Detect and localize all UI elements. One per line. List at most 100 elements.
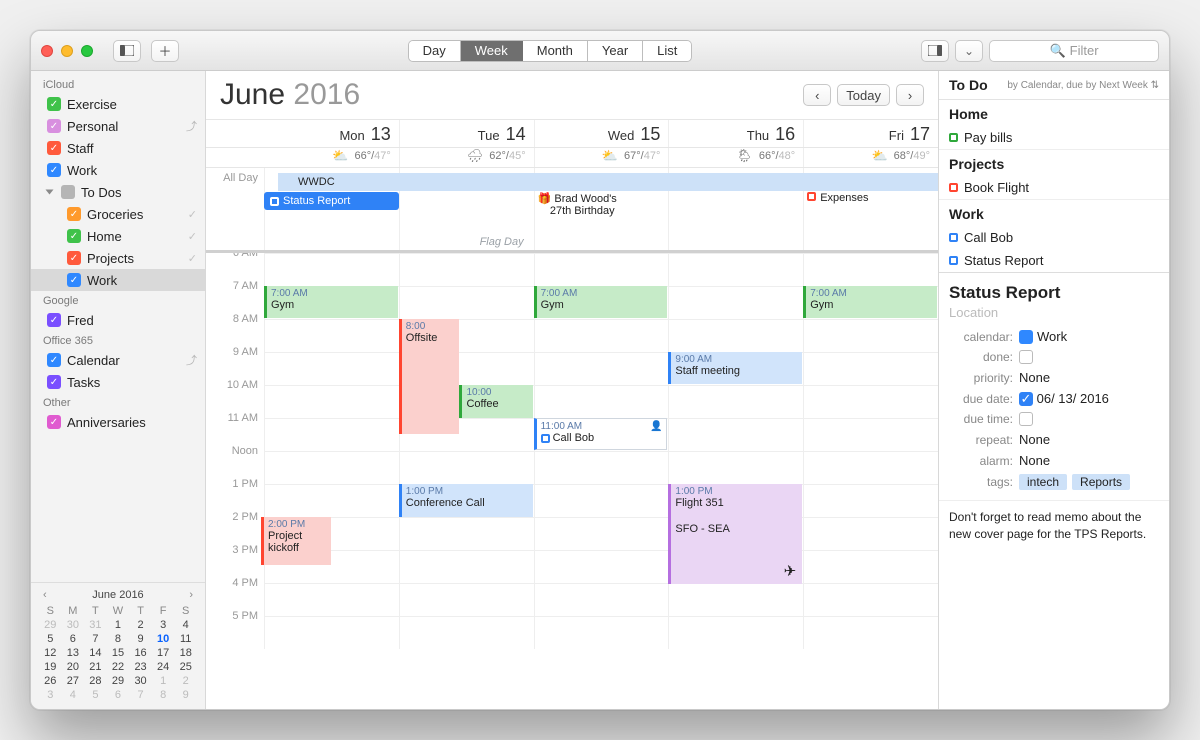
weather-cell: 🌦66°/48°	[668, 148, 803, 167]
allday-event-expenses[interactable]: Expenses	[803, 192, 938, 217]
calendar-swatch	[1019, 330, 1033, 344]
event-gym-fri[interactable]: 7:00 AMGym	[803, 286, 937, 318]
minical-grid[interactable]: SMTWTFS293031123456789101112131415161718…	[39, 605, 197, 701]
right-panel: To Do by Calendar, due by Next Week ⇅ Ho…	[939, 71, 1169, 709]
sidebar-group-header: Office 365	[31, 331, 205, 349]
zoom-button[interactable]	[81, 45, 93, 57]
inspector-icon	[928, 45, 942, 56]
view-tab-month[interactable]: Month	[523, 41, 588, 61]
person-icon: 👤	[650, 421, 662, 432]
sidebar-item[interactable]: ✓Projects✓	[31, 247, 205, 269]
todo-section: Work	[939, 199, 1169, 226]
next-week-button[interactable]: ›	[896, 84, 924, 106]
col-thu: 9:00 AMStaff meeting 1:00 PMFlight 351SF…	[668, 253, 803, 709]
day-header[interactable]: Fri17	[803, 120, 938, 147]
col-tue: 8:00Offsite 10:00Coffee 1:00 PMConferenc…	[399, 253, 534, 709]
sidebar-icon	[120, 45, 134, 56]
filter-search[interactable]: 🔍 Filter	[989, 40, 1159, 62]
today-button[interactable]: Today	[837, 84, 890, 106]
content: iCloud✓Exercise✓Personal⤴✓Staff✓WorkTo D…	[31, 71, 1169, 709]
sidebar-item[interactable]: ✓Fred	[31, 309, 205, 331]
add-button[interactable]: ＋	[151, 40, 179, 62]
view-segmented-control: DayWeekMonthYearList	[408, 40, 693, 62]
weather-cell: ⛅67°/47°	[534, 148, 669, 167]
sidebar-item[interactable]: ✓Work	[31, 269, 205, 291]
todo-item[interactable]: Pay bills	[939, 126, 1169, 149]
todo-section: Home	[939, 100, 1169, 126]
sidebar-item[interactable]: ✓Tasks	[31, 371, 205, 393]
weather-cell: ⛅66°/47°	[264, 148, 399, 167]
calendar-main: June 2016 ‹ Today › Mon13Tue14Wed15Thu16…	[206, 71, 939, 709]
event-coffee[interactable]: 10:00Coffee	[459, 385, 532, 418]
sidebar-item[interactable]: ✓Calendar⤴	[31, 349, 205, 371]
done-checkbox[interactable]	[1019, 350, 1033, 364]
view-tab-day[interactable]: Day	[409, 41, 461, 61]
flag-day-label: Flag Day	[480, 236, 524, 248]
weather-cell: ⛅68°/49°	[803, 148, 938, 167]
day-header[interactable]: Wed15	[534, 120, 669, 147]
allday-event-birthday[interactable]: 🎁 Brad Wood's 27th Birthday	[534, 192, 669, 217]
sidebar-group-todos[interactable]: To Dos	[31, 181, 205, 203]
minical-next[interactable]: ›	[185, 589, 197, 601]
sidebar-item[interactable]: ✓Groceries✓	[31, 203, 205, 225]
sidebar-item[interactable]: ✓Staff	[31, 137, 205, 159]
todo-item[interactable]: Status Report	[939, 249, 1169, 272]
sidebar-group-header: Google	[31, 291, 205, 309]
event-staff-meeting[interactable]: 9:00 AMStaff meeting	[668, 352, 802, 384]
day-header[interactable]: Mon13	[264, 120, 399, 147]
event-flight[interactable]: 1:00 PMFlight 351SFO - SEA✈	[668, 484, 802, 584]
event-gym-mon[interactable]: 7:00 AMGym	[264, 286, 398, 318]
sidebar-item[interactable]: ✓Personal⤴	[31, 115, 205, 137]
search-icon: 🔍	[1049, 43, 1065, 59]
view-tab-year[interactable]: Year	[588, 41, 643, 61]
sidebar-item[interactable]: ✓Exercise	[31, 93, 205, 115]
minimize-button[interactable]	[61, 45, 73, 57]
sidebar-item[interactable]: ✓Home✓	[31, 225, 205, 247]
event-conference-call[interactable]: 1:00 PMConference Call	[399, 484, 533, 517]
col-mon: 7:00 AMGym 2:00 PMProject kickoff	[264, 253, 399, 709]
weather-row: ⛅66°/47°🌧62°/45°⛅67°/47°🌦66°/48°⛅68°/49°	[206, 147, 938, 167]
minical-prev[interactable]: ‹	[39, 589, 51, 601]
todo-item[interactable]: Call Bob	[939, 226, 1169, 249]
minical-title: June 2016	[92, 589, 143, 601]
view-tab-list[interactable]: List	[643, 41, 691, 61]
event-call-bob[interactable]: 👤11:00 AMCall Bob	[534, 418, 668, 450]
todo-sort[interactable]: by Calendar, due by Next Week ⇅	[1007, 80, 1159, 91]
col-wed: 7:00 AMGym 👤11:00 AMCall Bob	[534, 253, 669, 709]
calendar-list: iCloud✓Exercise✓Personal⤴✓Staff✓WorkTo D…	[31, 71, 205, 582]
todo-list: HomePay billsProjectsBook FlightWorkCall…	[939, 100, 1169, 272]
day-header[interactable]: Thu16	[668, 120, 803, 147]
todo-section: Projects	[939, 149, 1169, 176]
month-title: June 2016	[220, 78, 360, 112]
allday-event-status[interactable]: Status Report	[264, 192, 399, 217]
todo-item[interactable]: Book Flight	[939, 176, 1169, 199]
tags[interactable]: intechReports	[1019, 474, 1135, 489]
inspector-menu-button[interactable]: ⌄	[955, 40, 983, 62]
sidebar-item[interactable]: ✓Anniversaries	[31, 411, 205, 433]
due-checkbox[interactable]: ✓	[1019, 392, 1033, 406]
sidebar-group-header: Other	[31, 393, 205, 411]
todo-title: To Do	[949, 77, 988, 93]
view-tab-week[interactable]: Week	[461, 41, 523, 61]
toggle-inspector-button[interactable]	[921, 40, 949, 62]
detail-location[interactable]: Location	[949, 305, 1159, 320]
task-detail: Status Report Location calendar:Work don…	[939, 272, 1169, 500]
time-checkbox[interactable]	[1019, 412, 1033, 426]
day-header[interactable]: Tue14	[399, 120, 534, 147]
allday-event-wwdc[interactable]: WWDC	[264, 172, 938, 192]
close-button[interactable]	[41, 45, 53, 57]
sidebar-item[interactable]: ✓Work	[31, 159, 205, 181]
airplane-icon: ✈	[784, 562, 797, 580]
event-gym-wed[interactable]: 7:00 AMGym	[534, 286, 668, 318]
detail-note[interactable]: Don't forget to read memo about the new …	[939, 500, 1169, 551]
event-project-kickoff[interactable]: 2:00 PMProject kickoff	[261, 517, 331, 565]
event-offsite[interactable]: 8:00Offsite	[399, 319, 460, 434]
sidebar: iCloud✓Exercise✓Personal⤴✓Staff✓WorkTo D…	[31, 71, 206, 709]
allday-section: All Day WWDC Status Report 🎁 Brad Wood's…	[206, 167, 938, 253]
time-grid[interactable]: 6 AM7 AM8 AM9 AM10 AM11 AMNoon1 PM2 PM3 …	[206, 253, 938, 709]
chevron-down-icon: ⌄	[964, 44, 974, 58]
toggle-sidebar-button[interactable]	[113, 40, 141, 62]
prev-week-button[interactable]: ‹	[803, 84, 831, 106]
weather-cell: 🌧62°/45°	[399, 148, 534, 167]
week-nav: ‹ Today ›	[803, 84, 924, 106]
